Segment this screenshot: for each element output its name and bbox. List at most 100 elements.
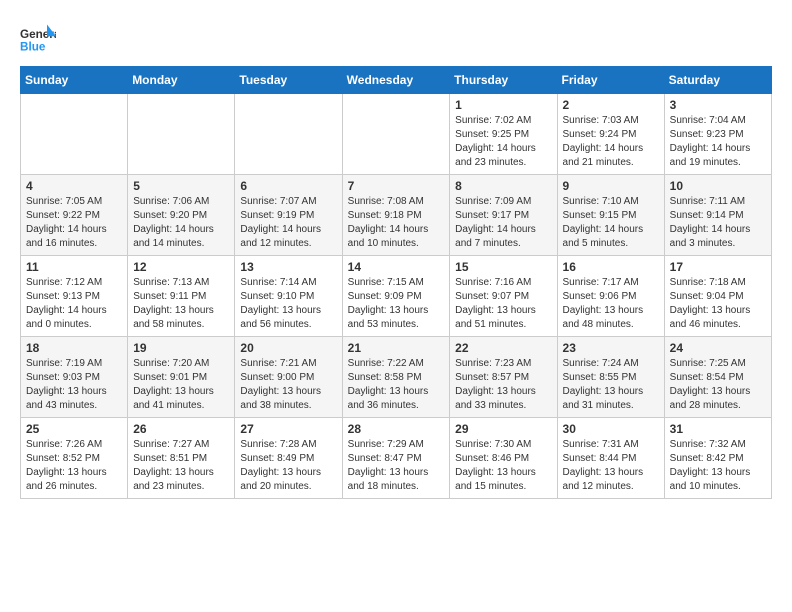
calendar-cell: 25 Sunrise: 7:26 AMSunset: 8:52 PMDayligh… <box>21 418 128 499</box>
calendar-cell: 11 Sunrise: 7:12 AMSunset: 9:13 PMDayligh… <box>21 256 128 337</box>
weekday-header-friday: Friday <box>557 67 664 94</box>
day-number: 5 <box>133 179 229 193</box>
day-number: 2 <box>563 98 659 112</box>
calendar-cell: 5 Sunrise: 7:06 AMSunset: 9:20 PMDaylight… <box>128 175 235 256</box>
day-info: Sunrise: 7:26 AMSunset: 8:52 PMDaylight:… <box>26 438 122 494</box>
calendar-cell: 12 Sunrise: 7:13 AMSunset: 9:11 PMDayligh… <box>128 256 235 337</box>
day-info: Sunrise: 7:14 AMSunset: 9:10 PMDaylight:… <box>240 276 336 332</box>
day-number: 27 <box>240 422 336 436</box>
day-info: Sunrise: 7:12 AMSunset: 9:13 PMDaylight:… <box>26 276 122 332</box>
calendar-cell: 28 Sunrise: 7:29 AMSunset: 8:47 PMDayligh… <box>342 418 450 499</box>
day-info: Sunrise: 7:29 AMSunset: 8:47 PMDaylight:… <box>348 438 445 494</box>
calendar-cell: 6 Sunrise: 7:07 AMSunset: 9:19 PMDaylight… <box>235 175 342 256</box>
calendar-cell: 8 Sunrise: 7:09 AMSunset: 9:17 PMDaylight… <box>450 175 557 256</box>
day-number: 11 <box>26 260 122 274</box>
day-number: 22 <box>455 341 551 355</box>
day-number: 13 <box>240 260 336 274</box>
weekday-header-saturday: Saturday <box>664 67 771 94</box>
logo: General Blue <box>20 20 56 56</box>
day-number: 25 <box>26 422 122 436</box>
calendar-cell: 4 Sunrise: 7:05 AMSunset: 9:22 PMDaylight… <box>21 175 128 256</box>
logo-icon: General Blue <box>20 20 56 56</box>
weekday-header-sunday: Sunday <box>21 67 128 94</box>
calendar-cell: 31Sunrise: 7:32 AMSunset: 8:42 PMDayligh… <box>664 418 771 499</box>
day-info: Sunrise: 7:10 AMSunset: 9:15 PMDaylight:… <box>563 195 659 251</box>
calendar-cell: 18 Sunrise: 7:19 AMSunset: 9:03 PMDayligh… <box>21 337 128 418</box>
day-number: 3 <box>670 98 766 112</box>
calendar-cell: 27 Sunrise: 7:28 AMSunset: 8:49 PMDayligh… <box>235 418 342 499</box>
calendar-cell: 9 Sunrise: 7:10 AMSunset: 9:15 PMDaylight… <box>557 175 664 256</box>
day-number: 23 <box>563 341 659 355</box>
calendar-cell: 20 Sunrise: 7:21 AMSunset: 9:00 PMDayligh… <box>235 337 342 418</box>
day-info: Sunrise: 7:18 AMSunset: 9:04 PMDaylight:… <box>670 276 766 332</box>
calendar-cell <box>342 94 450 175</box>
calendar-cell: 1 Sunrise: 7:02 AMSunset: 9:25 PMDaylight… <box>450 94 557 175</box>
day-info: Sunrise: 7:25 AMSunset: 8:54 PMDaylight:… <box>670 357 766 413</box>
calendar-cell <box>128 94 235 175</box>
calendar-week-row: 11 Sunrise: 7:12 AMSunset: 9:13 PMDayligh… <box>21 256 772 337</box>
day-info: Sunrise: 7:03 AMSunset: 9:24 PMDaylight:… <box>563 114 659 170</box>
day-number: 6 <box>240 179 336 193</box>
weekday-header-tuesday: Tuesday <box>235 67 342 94</box>
day-number: 15 <box>455 260 551 274</box>
day-number: 1 <box>455 98 551 112</box>
day-number: 28 <box>348 422 445 436</box>
calendar-cell: 7Sunrise: 7:08 AMSunset: 9:18 PMDaylight… <box>342 175 450 256</box>
svg-text:Blue: Blue <box>20 41 46 54</box>
day-info: Sunrise: 7:05 AMSunset: 9:22 PMDaylight:… <box>26 195 122 251</box>
calendar-week-row: 4 Sunrise: 7:05 AMSunset: 9:22 PMDaylight… <box>21 175 772 256</box>
day-number: 4 <box>26 179 122 193</box>
calendar-cell: 29Sunrise: 7:30 AMSunset: 8:46 PMDayligh… <box>450 418 557 499</box>
calendar-week-row: 18 Sunrise: 7:19 AMSunset: 9:03 PMDayligh… <box>21 337 772 418</box>
calendar-cell: 30 Sunrise: 7:31 AMSunset: 8:44 PMDayligh… <box>557 418 664 499</box>
day-number: 12 <box>133 260 229 274</box>
day-number: 30 <box>563 422 659 436</box>
calendar-cell: 21Sunrise: 7:22 AMSunset: 8:58 PMDayligh… <box>342 337 450 418</box>
calendar-cell: 17 Sunrise: 7:18 AMSunset: 9:04 PMDayligh… <box>664 256 771 337</box>
day-number: 14 <box>348 260 445 274</box>
day-info: Sunrise: 7:07 AMSunset: 9:19 PMDaylight:… <box>240 195 336 251</box>
day-info: Sunrise: 7:06 AMSunset: 9:20 PMDaylight:… <box>133 195 229 251</box>
day-info: Sunrise: 7:13 AMSunset: 9:11 PMDaylight:… <box>133 276 229 332</box>
day-number: 8 <box>455 179 551 193</box>
day-info: Sunrise: 7:24 AMSunset: 8:55 PMDaylight:… <box>563 357 659 413</box>
day-info: Sunrise: 7:31 AMSunset: 8:44 PMDaylight:… <box>563 438 659 494</box>
weekday-header-wednesday: Wednesday <box>342 67 450 94</box>
day-info: Sunrise: 7:04 AMSunset: 9:23 PMDaylight:… <box>670 114 766 170</box>
day-info: Sunrise: 7:28 AMSunset: 8:49 PMDaylight:… <box>240 438 336 494</box>
day-number: 17 <box>670 260 766 274</box>
day-info: Sunrise: 7:09 AMSunset: 9:17 PMDaylight:… <box>455 195 551 251</box>
day-number: 7 <box>348 179 445 193</box>
day-info: Sunrise: 7:17 AMSunset: 9:06 PMDaylight:… <box>563 276 659 332</box>
calendar-cell: 10 Sunrise: 7:11 AMSunset: 9:14 PMDayligh… <box>664 175 771 256</box>
day-number: 26 <box>133 422 229 436</box>
day-number: 9 <box>563 179 659 193</box>
calendar-cell: 14 Sunrise: 7:15 AMSunset: 9:09 PMDayligh… <box>342 256 450 337</box>
calendar-cell <box>21 94 128 175</box>
day-number: 10 <box>670 179 766 193</box>
calendar-cell: 2 Sunrise: 7:03 AMSunset: 9:24 PMDaylight… <box>557 94 664 175</box>
calendar-cell: 13 Sunrise: 7:14 AMSunset: 9:10 PMDayligh… <box>235 256 342 337</box>
page-header: General Blue <box>20 20 772 56</box>
day-info: Sunrise: 7:19 AMSunset: 9:03 PMDaylight:… <box>26 357 122 413</box>
day-info: Sunrise: 7:23 AMSunset: 8:57 PMDaylight:… <box>455 357 551 413</box>
weekday-header-monday: Monday <box>128 67 235 94</box>
calendar-cell: 22 Sunrise: 7:23 AMSunset: 8:57 PMDayligh… <box>450 337 557 418</box>
day-number: 16 <box>563 260 659 274</box>
calendar-week-row: 25 Sunrise: 7:26 AMSunset: 8:52 PMDayligh… <box>21 418 772 499</box>
day-info: Sunrise: 7:11 AMSunset: 9:14 PMDaylight:… <box>670 195 766 251</box>
day-number: 18 <box>26 341 122 355</box>
day-number: 20 <box>240 341 336 355</box>
calendar-cell: 15Sunrise: 7:16 AMSunset: 9:07 PMDayligh… <box>450 256 557 337</box>
day-info: Sunrise: 7:21 AMSunset: 9:00 PMDaylight:… <box>240 357 336 413</box>
calendar-cell <box>235 94 342 175</box>
calendar-cell: 16 Sunrise: 7:17 AMSunset: 9:06 PMDayligh… <box>557 256 664 337</box>
day-info: Sunrise: 7:15 AMSunset: 9:09 PMDaylight:… <box>348 276 445 332</box>
day-number: 31 <box>670 422 766 436</box>
day-info: Sunrise: 7:20 AMSunset: 9:01 PMDaylight:… <box>133 357 229 413</box>
calendar-table: SundayMondayTuesdayWednesdayThursdayFrid… <box>20 66 772 499</box>
calendar-cell: 19Sunrise: 7:20 AMSunset: 9:01 PMDayligh… <box>128 337 235 418</box>
day-info: Sunrise: 7:02 AMSunset: 9:25 PMDaylight:… <box>455 114 551 170</box>
day-info: Sunrise: 7:27 AMSunset: 8:51 PMDaylight:… <box>133 438 229 494</box>
day-number: 24 <box>670 341 766 355</box>
